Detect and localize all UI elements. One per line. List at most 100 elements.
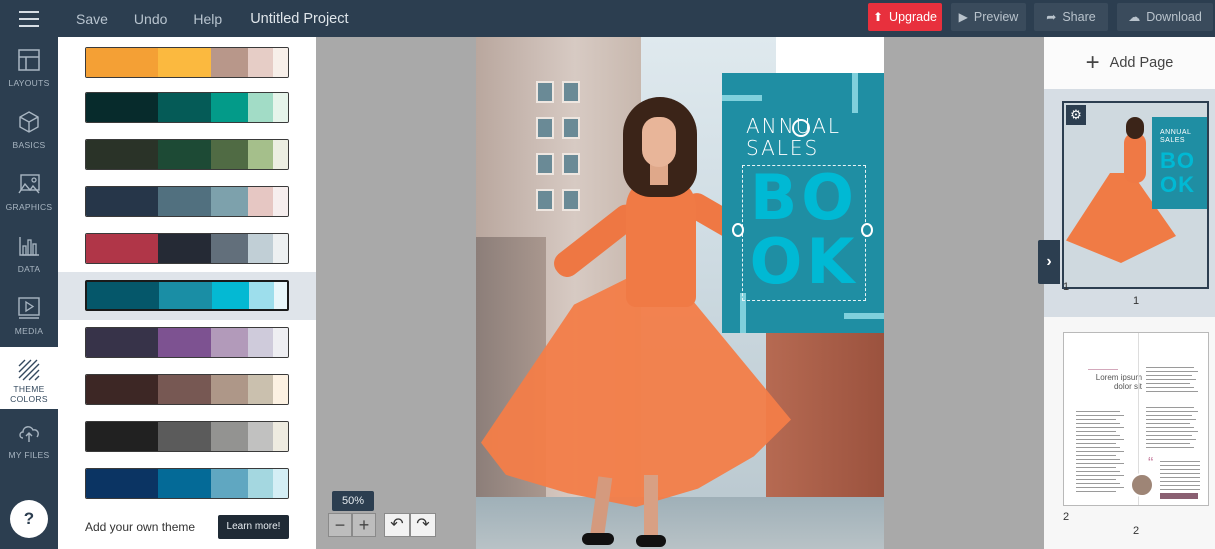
photo-window	[562, 81, 580, 103]
rail-item-my-files[interactable]: MY FILES	[0, 409, 58, 471]
upgrade-button[interactable]: ⬆ Upgrade	[868, 3, 942, 31]
gear-icon[interactable]: ⚙	[1066, 105, 1086, 125]
undo-icon[interactable]: ↶	[384, 513, 410, 537]
palette-swatch	[274, 282, 287, 309]
palette-row[interactable]	[85, 186, 289, 217]
book-text-box[interactable]: BO OK	[742, 165, 866, 301]
page-caption-1: 1	[1133, 295, 1140, 307]
page-thumbnail-1[interactable]: ANNUAL SALES BO OK	[1062, 101, 1209, 289]
palette-swatch	[86, 234, 158, 263]
thumb-line	[1076, 487, 1124, 488]
zoom-out-button[interactable]: −	[328, 513, 352, 537]
thumb-line	[1160, 477, 1200, 478]
rail-item-basics[interactable]: BASICS	[0, 99, 58, 161]
palette-row[interactable]	[85, 327, 289, 358]
palette-swatch	[248, 422, 273, 451]
palette-swatch	[273, 187, 288, 216]
rail-item-theme-colors[interactable]: THEME COLORS	[0, 347, 58, 409]
palette-swatch	[211, 375, 248, 404]
palette-swatch	[86, 469, 158, 498]
thumb-line	[1160, 489, 1200, 490]
learn-more-button[interactable]: Learn more!	[218, 515, 289, 539]
palette-row[interactable]	[85, 280, 289, 311]
quote-icon: “	[1148, 455, 1154, 472]
canvas-page[interactable]: ANNUAL SALES BO OK	[476, 37, 884, 549]
palette-row[interactable]	[85, 233, 289, 264]
thumb-line	[1076, 455, 1116, 456]
palette-row[interactable]	[85, 47, 289, 78]
project-title[interactable]: Untitled Project	[250, 11, 348, 27]
thumb-line	[1076, 463, 1124, 464]
palette-swatch	[211, 48, 248, 77]
thumb-line	[1160, 465, 1200, 466]
page-thumbnail-1-row[interactable]: ANNUAL SALES BO OK ⚙ 1 1	[1044, 89, 1215, 317]
palette-swatch	[249, 282, 274, 309]
thumb-line	[1076, 439, 1124, 440]
palette-swatch	[211, 328, 248, 357]
hamburger-menu-icon[interactable]	[14, 9, 44, 29]
palette-row[interactable]	[85, 421, 289, 452]
palette-swatch	[86, 328, 158, 357]
photo-face	[642, 117, 676, 167]
help-button[interactable]: ?	[10, 500, 48, 538]
palette-row[interactable]	[85, 468, 289, 499]
photo-leg-right	[644, 475, 658, 539]
download-button[interactable]: ☁ Download	[1117, 3, 1213, 31]
thumb-line	[1146, 411, 1198, 412]
play-icon: ▶	[958, 10, 968, 24]
palette-swatch	[159, 282, 212, 309]
rail-item-media[interactable]: MEDIA	[0, 285, 58, 347]
palette-swatch	[211, 469, 248, 498]
palette-swatch	[248, 48, 273, 77]
rail-item-data[interactable]: DATA	[0, 223, 58, 285]
layout-icon	[18, 49, 40, 71]
thumb-line	[1076, 451, 1124, 452]
thumb-line	[1146, 367, 1194, 368]
photo-shoe-right	[636, 535, 666, 547]
palette-swatch	[86, 93, 158, 122]
palette-swatch	[248, 375, 273, 404]
thumb-line	[1076, 431, 1116, 432]
thumb-head	[1126, 117, 1144, 139]
rail-item-graphics[interactable]: GRAPHICS	[0, 161, 58, 223]
palette-swatch	[158, 140, 211, 169]
palette-row[interactable]	[85, 92, 289, 123]
preview-button[interactable]: ▶ Preview	[951, 3, 1026, 31]
photo-window	[562, 117, 580, 139]
cube-icon	[19, 111, 39, 133]
palette-swatch	[86, 140, 158, 169]
thumb-line	[1160, 469, 1200, 470]
palette-swatch	[158, 48, 211, 77]
add-page-button[interactable]: + Add Page	[1044, 37, 1215, 89]
collapse-panel-chevron-icon[interactable]: ›	[1038, 240, 1060, 284]
resize-handle-left[interactable]	[732, 223, 744, 237]
thumb-line	[1146, 387, 1194, 388]
share-arrow-icon: ➦	[1046, 10, 1057, 24]
chart-icon	[19, 237, 39, 256]
thumb-line	[1076, 471, 1120, 472]
palette-swatch	[86, 375, 158, 404]
save-menu-item[interactable]: Save	[76, 11, 108, 27]
palette-swatch	[248, 328, 273, 357]
palette-row[interactable]	[85, 374, 289, 405]
palette-swatch	[211, 140, 248, 169]
resize-handle-right[interactable]	[861, 223, 873, 237]
share-button[interactable]: ➦ Share	[1034, 3, 1108, 31]
thumb-line	[1146, 375, 1192, 376]
rotate-handle-icon[interactable]	[792, 119, 810, 137]
undo-menu-item[interactable]: Undo	[134, 11, 167, 27]
rail-item-layouts[interactable]: LAYOUTS	[0, 37, 58, 99]
zoom-in-button[interactable]: +	[352, 513, 376, 537]
thumb-line	[1076, 443, 1116, 444]
avatar	[1130, 473, 1154, 497]
thumb-line	[1076, 419, 1116, 420]
page-thumbnail-2[interactable]: Lorem ipsum dolor sit “	[1063, 332, 1209, 506]
palette-row[interactable]	[85, 139, 289, 170]
palette-swatch	[273, 422, 288, 451]
photo-street	[476, 497, 884, 549]
palette-swatch	[86, 48, 158, 77]
help-menu-item[interactable]: Help	[193, 11, 222, 27]
redo-icon[interactable]: ↷	[410, 513, 436, 537]
palette-swatch	[273, 469, 288, 498]
palette-swatch	[158, 234, 211, 263]
